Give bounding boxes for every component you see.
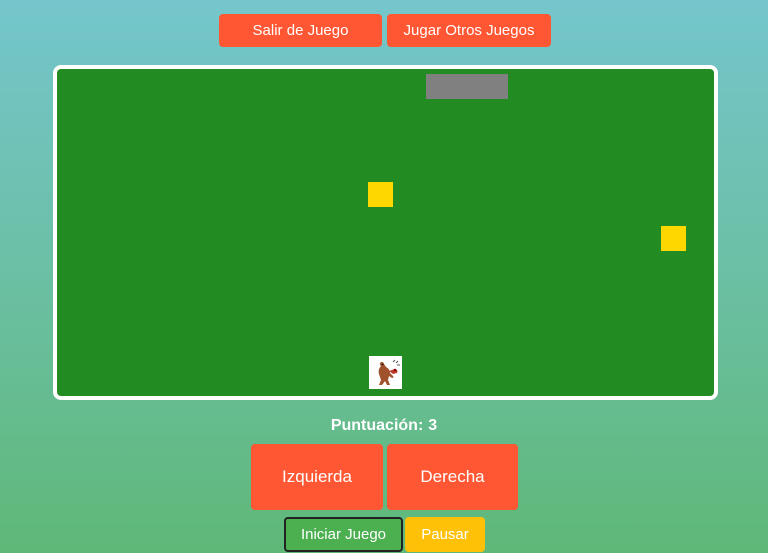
exit-game-button[interactable]: Salir de Juego	[219, 14, 382, 47]
move-right-button[interactable]: Derecha	[387, 444, 518, 510]
play-other-games-button[interactable]: Jugar Otros Juegos	[387, 14, 551, 47]
obstacle-block	[426, 74, 508, 99]
move-left-button[interactable]: Izquierda	[251, 444, 383, 510]
pause-button[interactable]: Pausar	[405, 517, 485, 552]
player-character	[369, 356, 402, 389]
coin	[661, 226, 686, 251]
start-game-button[interactable]: Iniciar Juego	[284, 517, 403, 552]
dog-character-icon	[378, 359, 400, 385]
score-label: Puntuación:	[330, 417, 424, 434]
score-display: Puntuación: 3	[0, 417, 768, 435]
score-value: 3	[428, 417, 438, 434]
game-board	[53, 65, 718, 400]
coin	[368, 182, 393, 207]
